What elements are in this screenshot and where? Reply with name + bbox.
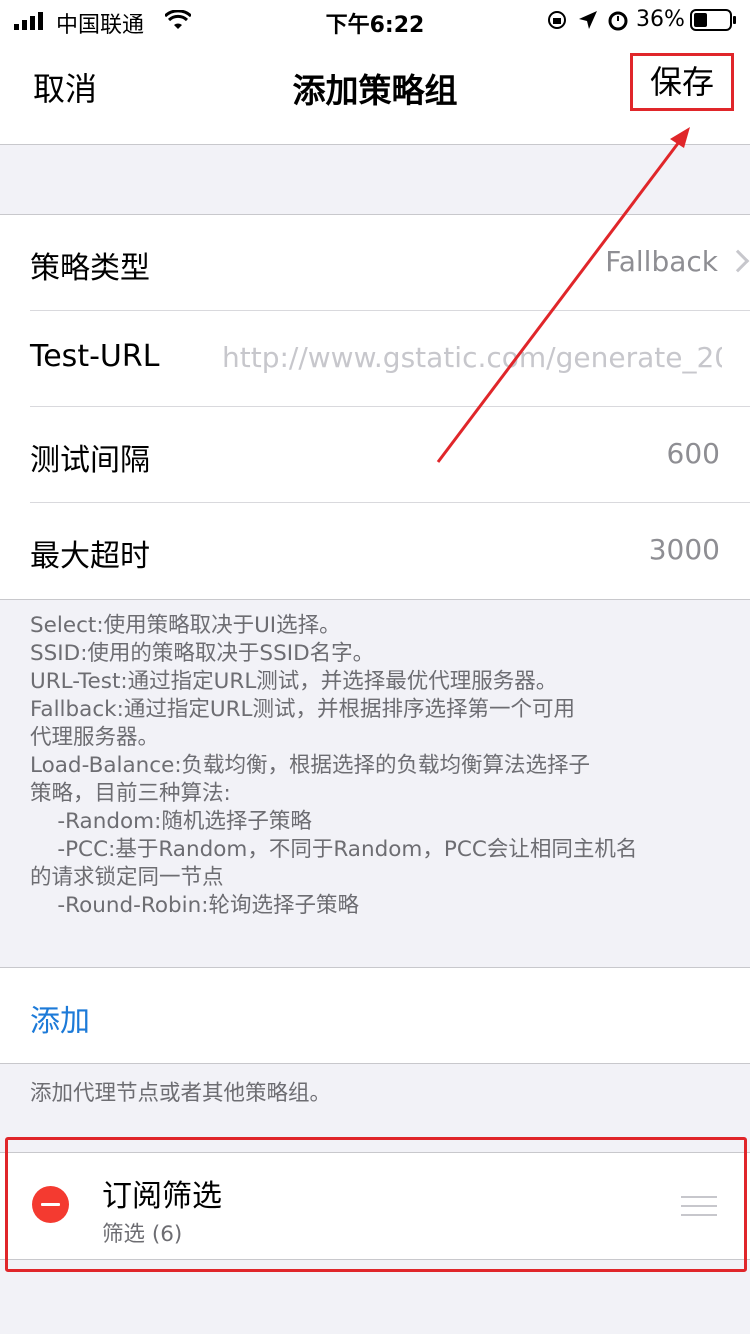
location-icon	[578, 10, 598, 30]
lock-rotation-icon	[547, 10, 567, 30]
battery-icon	[690, 9, 738, 31]
max-timeout-field[interactable]: 3000	[649, 533, 720, 566]
battery-percent: 36%	[636, 7, 685, 32]
max-timeout-row[interactable]: 最大超时 3000	[30, 503, 750, 598]
test-url-label: Test-URL	[30, 339, 160, 374]
test-interval-field[interactable]: 600	[667, 437, 720, 470]
test-interval-label: 测试间隔	[30, 443, 150, 478]
max-timeout-label: 最大超时	[30, 539, 150, 574]
test-url-field[interactable]: http://www.gstatic.com/generate_20	[222, 341, 722, 374]
add-section: 添加	[0, 967, 750, 1064]
cancel-button[interactable]: 取消	[33, 64, 97, 110]
settings-form: 策略类型 Fallback Test-URL http://www.gstati…	[0, 214, 750, 600]
chevron-right-icon	[726, 249, 750, 273]
test-interval-row[interactable]: 测试间隔 600	[30, 407, 750, 503]
nav-bar: 添加策略组 取消 保存	[0, 40, 750, 145]
status-bar: 中国联通 下午6:22 36%	[0, 0, 750, 40]
alarm-icon	[607, 9, 629, 31]
annotation-box	[5, 1137, 747, 1272]
policy-type-value: Fallback	[605, 245, 718, 278]
save-button[interactable]: 保存	[630, 53, 734, 111]
add-button[interactable]: 添加	[30, 996, 90, 1040]
add-hint: 添加代理节点或者其他策略组。	[30, 1081, 332, 1106]
test-url-row[interactable]: Test-URL http://www.gstatic.com/generate…	[30, 311, 750, 407]
policy-description: Select:使用策略取决于UI选择。 SSID:使用的策略取决于SSID名字。…	[30, 613, 638, 918]
policy-type-row[interactable]: 策略类型 Fallback	[30, 215, 750, 311]
policy-type-label: 策略类型	[30, 251, 150, 286]
